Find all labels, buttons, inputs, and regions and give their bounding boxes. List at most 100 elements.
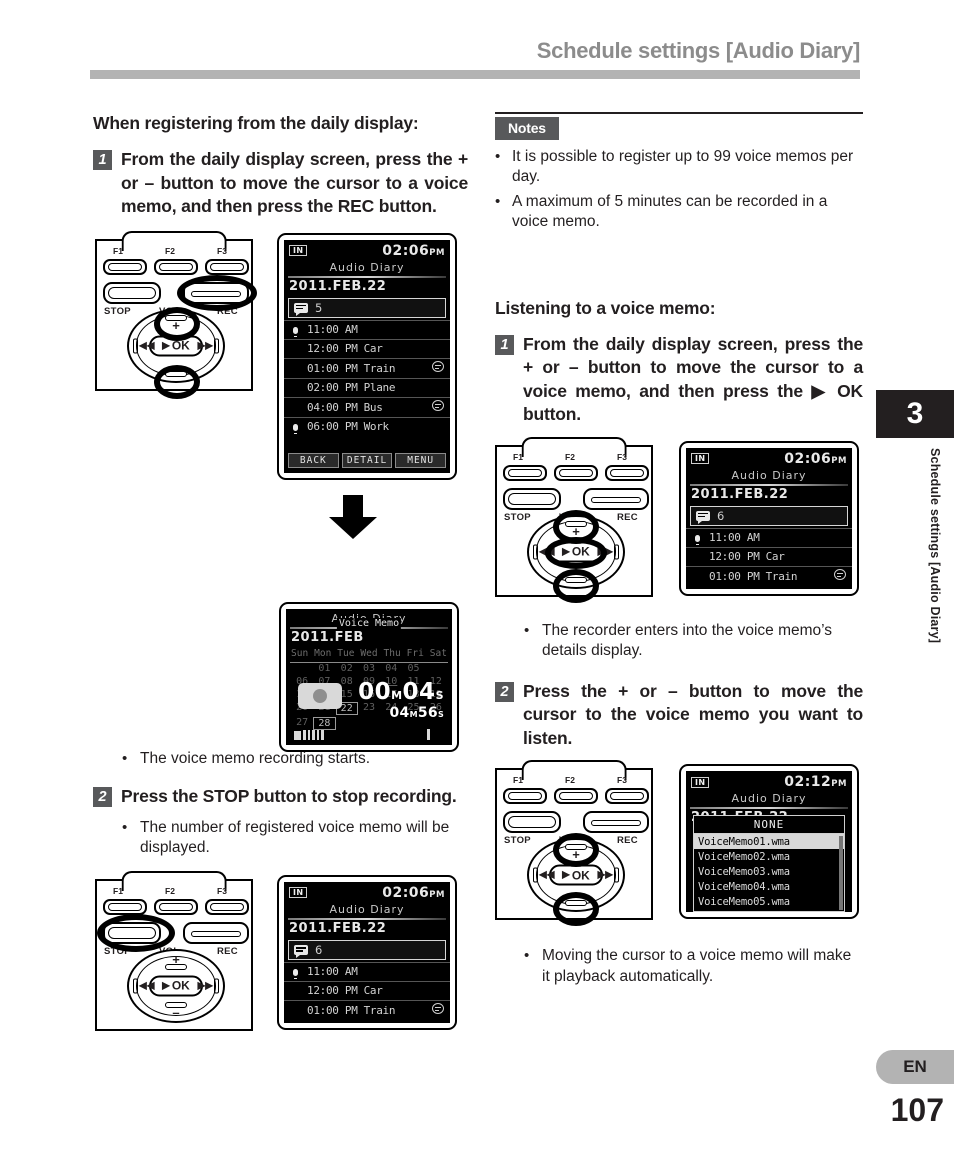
file-row-selected[interactable]: VoiceMemo01.wma <box>694 834 844 850</box>
cal-day[interactable] <box>291 663 313 674</box>
cal-day[interactable]: 17 <box>380 689 402 700</box>
f3-button[interactable] <box>205 898 249 915</box>
f2-button[interactable] <box>154 258 198 275</box>
memo-count-bar[interactable]: 6 <box>690 505 848 526</box>
cal-day[interactable]: 05 <box>402 663 424 674</box>
cal-day[interactable]: 27 <box>291 717 313 730</box>
softkey-detail[interactable]: DETAIL <box>341 452 393 468</box>
cal-day[interactable]: 18 <box>402 689 424 700</box>
stop-button[interactable] <box>503 811 561 834</box>
cal-day[interactable]: 06 <box>291 676 313 687</box>
f1-button[interactable] <box>103 898 147 915</box>
rewind-button[interactable]: ◀◀ <box>533 544 554 560</box>
minus-button[interactable]: – <box>165 360 187 377</box>
cal-day[interactable]: 21 <box>313 702 335 715</box>
softkey-menu[interactable]: MENU <box>395 452 447 468</box>
cal-day[interactable]: 02 <box>336 663 358 674</box>
file-row[interactable]: VoiceMemo05.wma <box>694 894 844 909</box>
dpad[interactable]: + ▶ OK ◀◀ ▶▶ <box>527 514 625 589</box>
ok-button[interactable]: ▶ OK <box>149 335 203 357</box>
dpad[interactable]: + ▶ OK – ◀◀ ▶▶ <box>127 308 225 383</box>
cal-day-today[interactable]: 28 <box>313 717 336 730</box>
f3-button[interactable] <box>605 788 649 805</box>
cal-day[interactable]: 24 <box>380 702 402 715</box>
stop-button[interactable] <box>103 281 161 304</box>
event-row[interactable]: 06:00 PM Work <box>284 416 450 436</box>
file-row[interactable]: VoiceMemo02.wma <box>694 849 844 864</box>
cal-day[interactable]: 07 <box>313 676 335 687</box>
rewind-button[interactable]: ◀◀ <box>133 338 154 354</box>
cal-day[interactable]: 01 <box>313 663 335 674</box>
stop-button[interactable] <box>503 487 561 510</box>
file-row[interactable]: VoiceMemo04.wma <box>694 879 844 894</box>
dpad[interactable]: + ▶ OK – ◀◀ ▶▶ <box>127 948 225 1023</box>
event-row[interactable]: 12:00 PM Car <box>284 980 450 1000</box>
cal-day[interactable]: 14 <box>313 689 335 700</box>
forward-button[interactable]: ▶▶ <box>598 867 619 883</box>
plus-button[interactable]: + <box>565 520 587 538</box>
level-meter-icon <box>294 730 324 740</box>
ok-button[interactable]: ▶ OK <box>549 541 603 563</box>
cal-day-underlined[interactable]: 10 <box>380 676 402 687</box>
cal-day[interactable]: 19 <box>425 689 447 700</box>
forward-button[interactable]: ▶▶ <box>598 544 619 560</box>
cal-day[interactable]: 13 <box>291 689 313 700</box>
stop-label: STOP <box>104 945 131 957</box>
rewind-button[interactable]: ◀◀ <box>133 978 154 994</box>
memo-count-bar[interactable]: 5 <box>288 297 446 318</box>
event-row[interactable]: 12:00 PM Car <box>686 546 852 566</box>
minus-button[interactable] <box>565 576 587 583</box>
f2-button[interactable] <box>554 464 598 481</box>
event-row[interactable]: 11:00 AM <box>686 527 852 547</box>
rec-button[interactable] <box>583 487 649 510</box>
cal-day[interactable]: 20 <box>291 702 313 715</box>
cal-day[interactable]: 25 <box>402 702 424 715</box>
minus-button[interactable]: – <box>165 1001 187 1019</box>
event-row[interactable]: 11:00 AM <box>284 319 450 339</box>
event-row[interactable]: 01:00 PM Train <box>284 999 450 1020</box>
event-row[interactable]: 01:00 PM Train <box>686 565 852 586</box>
rec-button[interactable] <box>183 281 249 304</box>
cal-day[interactable]: 04 <box>380 663 402 674</box>
cal-day[interactable]: 12 <box>425 676 447 687</box>
f1-button[interactable] <box>503 788 547 805</box>
event-row[interactable]: 04:00 PM Bus <box>284 396 450 417</box>
plus-button[interactable]: + <box>165 314 187 332</box>
forward-button[interactable]: ▶▶ <box>198 978 219 994</box>
cal-day[interactable]: 03 <box>358 663 380 674</box>
cal-day[interactable]: 11 <box>402 676 424 687</box>
plus-button[interactable]: + <box>565 844 587 861</box>
cal-day[interactable]: 16 <box>358 689 380 700</box>
cal-day[interactable] <box>425 663 447 674</box>
event-row[interactable]: 01:00 PM Train <box>284 357 450 378</box>
event-row[interactable]: 12:00 PM Car <box>284 338 450 358</box>
cal-day[interactable]: 09 <box>358 676 380 687</box>
cal-day-selected[interactable]: 22 <box>335 702 358 715</box>
softkey-back[interactable]: BACK <box>288 452 339 468</box>
event-row[interactable]: 02:00 PM Plane <box>284 377 450 397</box>
event-row[interactable]: 11:00 AM <box>284 961 450 981</box>
memo-count-bar[interactable]: 6 <box>288 939 446 960</box>
ok-button[interactable]: ▶ OK <box>549 864 603 886</box>
f3-button[interactable] <box>605 464 649 481</box>
f1-button[interactable] <box>103 258 147 275</box>
scrollbar[interactable] <box>839 836 843 911</box>
rec-button[interactable] <box>583 811 649 834</box>
rec-button[interactable] <box>183 921 249 944</box>
cal-day[interactable]: 08 <box>336 676 358 687</box>
plus-button[interactable]: + <box>165 953 187 970</box>
ok-button[interactable]: ▶ OK <box>149 975 203 997</box>
minus-button[interactable]: – <box>565 889 587 907</box>
forward-button[interactable]: ▶▶ <box>198 338 219 354</box>
stop-button[interactable] <box>103 921 161 944</box>
rewind-button[interactable]: ◀◀ <box>533 867 554 883</box>
f2-button[interactable] <box>554 788 598 805</box>
f1-button[interactable] <box>503 464 547 481</box>
cal-day[interactable]: 15 <box>336 689 358 700</box>
cal-day[interactable]: 23 <box>358 702 380 715</box>
cal-day[interactable]: 26 <box>425 702 447 715</box>
file-row[interactable]: VoiceMemo03.wma <box>694 864 844 879</box>
dpad[interactable]: + ▶ OK – ◀◀ ▶▶ <box>527 838 625 913</box>
f2-button[interactable] <box>154 898 198 915</box>
f3-button[interactable] <box>205 258 249 275</box>
